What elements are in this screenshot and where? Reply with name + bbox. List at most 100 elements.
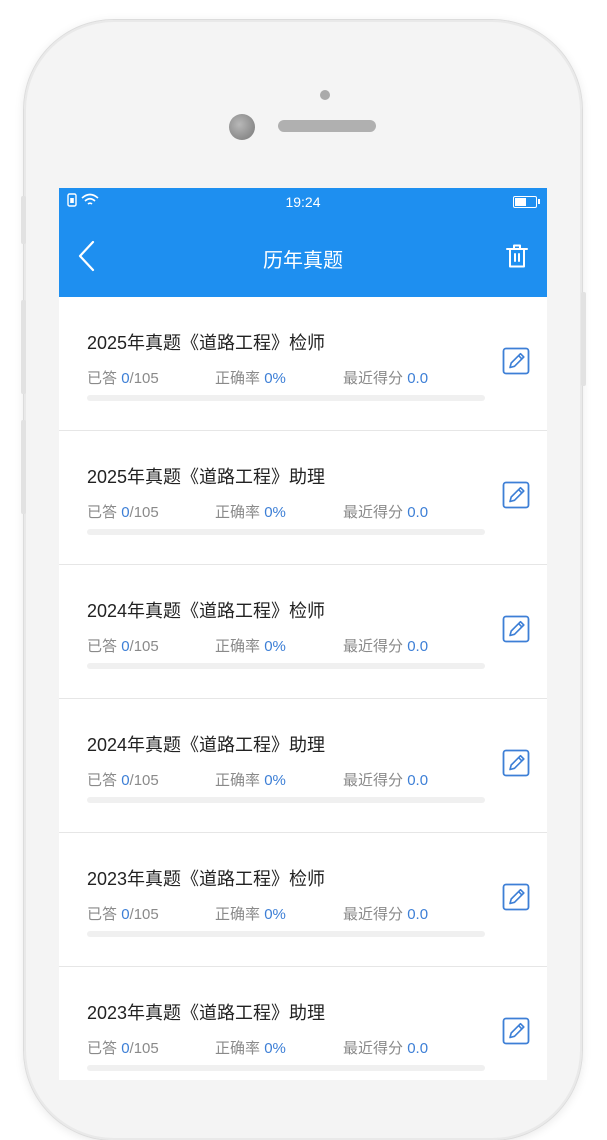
answered-label: 已答 [87,370,118,387]
answered-stat: 已答 0/105 [87,769,159,790]
progress-bar [87,663,485,669]
accuracy-label: 正确率 [215,370,261,387]
total-count: /105 [129,370,159,387]
accuracy-label: 正确率 [215,504,261,521]
paper-title: 2025年真题《道路工程》检师 [87,333,326,353]
answered-stat: 已答 0/105 [87,903,159,924]
score-stat: 最近得分 0.0 [343,1037,428,1058]
accuracy-stat: 正确率 0% [215,769,286,790]
score-label: 最近得分 [343,638,404,655]
answered-count: 0 [121,1040,130,1057]
trash-icon [506,244,528,268]
score-stat: 最近得分 0.0 [343,367,428,388]
pencil-edit-icon [502,615,530,643]
list-item[interactable]: 2025年真题《道路工程》检师 已答 0/105 正确率 0% 最近得分 0.0 [59,297,547,431]
total-count: /105 [129,772,159,789]
accuracy-value: 0% [264,906,286,923]
accuracy-label: 正确率 [215,772,261,789]
sensor-dot [320,90,330,100]
answered-label: 已答 [87,772,118,789]
list-item[interactable]: 2024年真题《道路工程》助理 已答 0/105 正确率 0% 最近得分 0.0 [59,699,547,833]
progress-bar [87,797,485,803]
delete-button[interactable] [499,238,535,274]
pencil-edit-icon [502,347,530,375]
mute-switch [21,196,26,244]
score-value: 0.0 [407,772,429,789]
accuracy-value: 0% [264,638,286,655]
accuracy-label: 正确率 [215,638,261,655]
answered-label: 已答 [87,1040,118,1057]
nav-bar: 历年真题 [59,216,547,297]
score-label: 最近得分 [343,504,404,521]
paper-title: 2023年真题《道路工程》助理 [87,1003,326,1023]
accuracy-stat: 正确率 0% [215,501,286,522]
progress-bar [87,529,485,535]
score-label: 最近得分 [343,906,404,923]
volume-down-button [21,420,26,514]
accuracy-stat: 正确率 0% [215,1037,286,1058]
status-time: 19:24 [285,194,321,210]
edit-button[interactable] [502,749,530,777]
score-label: 最近得分 [343,1040,404,1057]
paper-list: 2025年真题《道路工程》检师 已答 0/105 正确率 0% 最近得分 0.0… [59,297,547,1080]
app-screen: 19:24 历年真题 2025年真题《道路工程》检师 已答 0/105 正确率 … [59,188,547,1080]
progress-bar [87,931,485,937]
answered-stat: 已答 0/105 [87,635,159,656]
front-camera [229,114,255,140]
answered-count: 0 [121,504,130,521]
pencil-edit-icon [502,883,530,911]
paper-title: 2025年真题《道路工程》助理 [87,467,326,487]
score-stat: 最近得分 0.0 [343,769,428,790]
score-stat: 最近得分 0.0 [343,635,428,656]
progress-bar [87,1065,485,1071]
answered-count: 0 [121,638,130,655]
power-button [581,292,586,386]
list-item[interactable]: 2023年真题《道路工程》检师 已答 0/105 正确率 0% 最近得分 0.0 [59,833,547,967]
accuracy-label: 正确率 [215,1040,261,1057]
pencil-edit-icon [502,749,530,777]
edit-button[interactable] [502,883,530,911]
accuracy-value: 0% [264,772,286,789]
total-count: /105 [129,638,159,655]
status-bar: 19:24 [59,188,547,216]
score-value: 0.0 [407,504,429,521]
total-count: /105 [129,504,159,521]
score-value: 0.0 [407,370,429,387]
answered-stat: 已答 0/105 [87,1037,159,1058]
answered-label: 已答 [87,504,118,521]
paper-title: 2023年真题《道路工程》检师 [87,869,326,889]
paper-title: 2024年真题《道路工程》助理 [87,735,326,755]
pencil-edit-icon [502,481,530,509]
earpiece-speaker [278,120,376,132]
answered-stat: 已答 0/105 [87,367,159,388]
accuracy-value: 0% [264,1040,286,1057]
edit-button[interactable] [502,1017,530,1045]
edit-button[interactable] [502,481,530,509]
progress-bar [87,395,485,401]
battery-icon [513,196,540,208]
accuracy-stat: 正确率 0% [215,367,286,388]
answered-count: 0 [121,772,130,789]
score-stat: 最近得分 0.0 [343,903,428,924]
answered-stat: 已答 0/105 [87,501,159,522]
answered-count: 0 [121,906,130,923]
answered-label: 已答 [87,638,118,655]
accuracy-value: 0% [264,504,286,521]
total-count: /105 [129,906,159,923]
accuracy-stat: 正确率 0% [215,635,286,656]
page-title: 历年真题 [263,250,343,272]
edit-button[interactable] [502,347,530,375]
list-item[interactable]: 2024年真题《道路工程》检师 已答 0/105 正确率 0% 最近得分 0.0 [59,565,547,699]
accuracy-stat: 正确率 0% [215,903,286,924]
score-value: 0.0 [407,906,429,923]
total-count: /105 [129,1040,159,1057]
list-item[interactable]: 2023年真题《道路工程》助理 已答 0/105 正确率 0% 最近得分 0.0 [59,967,547,1080]
pencil-edit-icon [502,1017,530,1045]
edit-button[interactable] [502,615,530,643]
score-stat: 最近得分 0.0 [343,501,428,522]
answered-count: 0 [121,370,130,387]
paper-title: 2024年真题《道路工程》检师 [87,601,326,621]
score-value: 0.0 [407,638,429,655]
list-item[interactable]: 2025年真题《道路工程》助理 已答 0/105 正确率 0% 最近得分 0.0 [59,431,547,565]
answered-label: 已答 [87,906,118,923]
